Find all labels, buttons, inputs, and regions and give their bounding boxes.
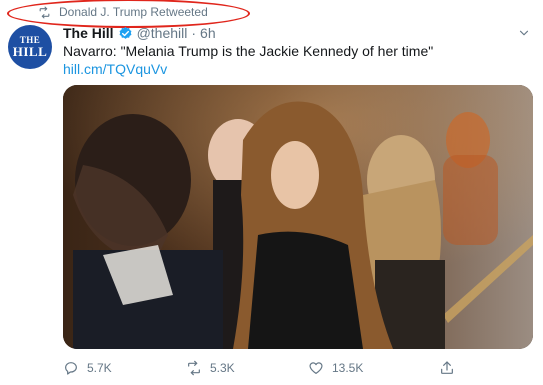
reply-button[interactable]: 5.7K: [63, 358, 112, 378]
heart-icon: [309, 362, 323, 374]
avatar-text-line2: HILL: [12, 44, 48, 59]
photo-image: [63, 85, 533, 349]
retweet-count: 5.3K: [210, 361, 235, 375]
reply-icon: [65, 362, 77, 375]
tweet-photo[interactable]: [63, 85, 533, 349]
tweet-actions: 5.7K 5.3K 13.5K: [63, 358, 483, 378]
tweet-header: The Hill @thehill · 6h: [63, 24, 216, 42]
avatar[interactable]: THE HILL: [8, 25, 52, 69]
separator: ·: [191, 25, 197, 41]
display-name[interactable]: The Hill: [63, 25, 114, 41]
retweet-icon: [39, 6, 50, 18]
retweet-context: Donald J. Trump Retweeted: [38, 4, 208, 20]
like-count: 13.5K: [332, 361, 364, 375]
tweet-link[interactable]: hill.cm/TQVquVv: [63, 60, 167, 78]
share-icon: [441, 361, 453, 374]
verified-badge-icon: [118, 26, 133, 41]
like-button[interactable]: 13.5K: [308, 358, 363, 378]
share-button[interactable]: [439, 358, 455, 378]
reply-count: 5.7K: [87, 361, 112, 375]
chevron-down-icon[interactable]: [517, 26, 531, 40]
tweet-text: Navarro: "Melania Trump is the Jackie Ke…: [63, 43, 434, 59]
retweet-button[interactable]: 5.3K: [186, 358, 235, 378]
retweeted-by-link[interactable]: Donald J. Trump Retweeted: [59, 5, 208, 19]
timestamp[interactable]: 6h: [200, 25, 216, 41]
retweet-icon: [188, 360, 200, 376]
user-handle[interactable]: @thehill: [137, 25, 188, 41]
